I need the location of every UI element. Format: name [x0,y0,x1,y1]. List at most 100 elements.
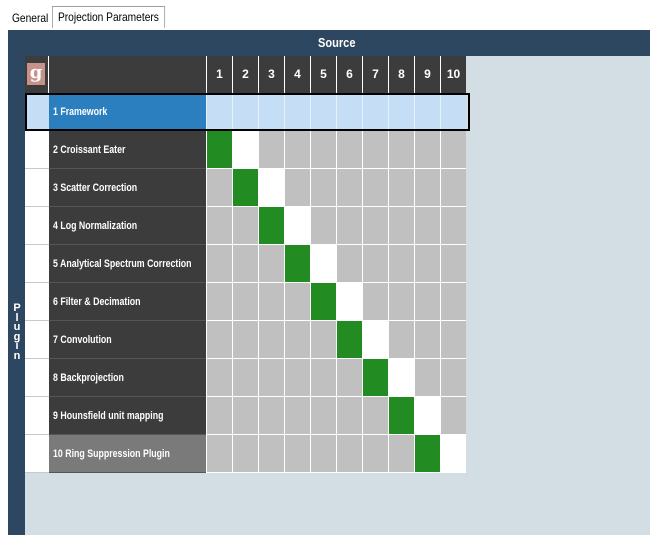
matrix-row[interactable]: 7 Convolution [25,321,470,359]
matrix-cell[interactable] [440,131,466,169]
matrix-cell[interactable] [362,93,388,131]
matrix-cell[interactable] [388,397,414,435]
matrix-row[interactable]: 1 Framework [25,93,470,131]
row-selector[interactable] [25,93,49,131]
matrix-cell[interactable] [284,397,310,435]
matrix-cell[interactable] [284,321,310,359]
matrix-cell[interactable] [440,207,466,245]
matrix-cell[interactable] [336,207,362,245]
matrix-cell[interactable] [414,93,440,131]
matrix-cell[interactable] [388,435,414,473]
matrix-cell[interactable] [388,283,414,321]
matrix-cell[interactable] [310,321,336,359]
matrix-cell[interactable] [388,93,414,131]
matrix-cell[interactable] [258,207,284,245]
matrix-cell[interactable] [258,93,284,131]
matrix-cell[interactable] [206,435,232,473]
matrix-cell[interactable] [440,169,466,207]
row-selector[interactable] [25,359,49,397]
matrix-cell[interactable] [362,169,388,207]
matrix-cell[interactable] [388,321,414,359]
matrix-cell[interactable] [336,131,362,169]
matrix-cell[interactable] [362,131,388,169]
matrix-cell[interactable] [258,359,284,397]
matrix-cell[interactable] [258,245,284,283]
matrix-cell[interactable] [336,169,362,207]
matrix-row[interactable]: 8 Backprojection [25,359,470,397]
matrix-cell[interactable] [284,207,310,245]
matrix-cell[interactable] [206,283,232,321]
matrix-cell[interactable] [310,207,336,245]
plugin-name-cell[interactable]: 8 Backprojection [49,359,206,397]
matrix-cell[interactable] [414,359,440,397]
matrix-cell[interactable] [336,397,362,435]
matrix-cell[interactable] [362,245,388,283]
matrix-cell[interactable] [310,169,336,207]
matrix-cell[interactable] [388,131,414,169]
matrix-cell[interactable] [362,207,388,245]
row-selector[interactable] [25,321,49,359]
matrix-cell[interactable] [258,397,284,435]
matrix-cell[interactable] [414,169,440,207]
matrix-cell[interactable] [232,169,258,207]
matrix-cell[interactable] [310,131,336,169]
matrix-cell[interactable] [232,245,258,283]
matrix-cell[interactable] [362,397,388,435]
matrix-cell[interactable] [414,397,440,435]
matrix-cell[interactable] [206,321,232,359]
matrix-cell[interactable] [284,435,310,473]
matrix-cell[interactable] [310,283,336,321]
matrix-cell[interactable] [336,93,362,131]
matrix-cell[interactable] [206,169,232,207]
row-selector[interactable] [25,207,49,245]
matrix-cell[interactable] [440,93,466,131]
matrix-cell[interactable] [284,245,310,283]
matrix-cell[interactable] [440,321,466,359]
matrix-cell[interactable] [414,321,440,359]
matrix-cell[interactable] [388,169,414,207]
matrix-cell[interactable] [336,245,362,283]
plugin-name-cell[interactable]: 9 Hounsfield unit mapping [49,397,206,435]
plugin-name-cell[interactable]: 5 Analytical Spectrum Correction [49,245,206,283]
matrix-cell[interactable] [414,207,440,245]
matrix-cell[interactable] [440,283,466,321]
matrix-row[interactable]: 6 Filter & Decimation [25,283,470,321]
matrix-cell[interactable] [232,321,258,359]
matrix-cell[interactable] [258,131,284,169]
matrix-cell[interactable] [414,435,440,473]
plugin-name-cell[interactable]: 1 Framework [49,93,206,131]
plugin-name-cell[interactable]: 4 Log Normalization [49,207,206,245]
row-selector[interactable] [25,131,49,169]
matrix-cell[interactable] [440,245,466,283]
row-selector[interactable] [25,283,49,321]
matrix-cell[interactable] [284,169,310,207]
matrix-cell[interactable] [388,245,414,283]
matrix-cell[interactable] [284,131,310,169]
matrix-cell[interactable] [258,169,284,207]
matrix-row[interactable]: 3 Scatter Correction [25,169,470,207]
matrix-cell[interactable] [206,359,232,397]
matrix-cell[interactable] [232,359,258,397]
matrix-cell[interactable] [388,207,414,245]
tab-projection-parameters[interactable]: Projection Parameters [52,6,165,28]
matrix-cell[interactable] [258,321,284,359]
matrix-cell[interactable] [414,131,440,169]
row-selector[interactable] [25,169,49,207]
matrix-row[interactable]: 5 Analytical Spectrum Correction [25,245,470,283]
matrix-cell[interactable] [362,435,388,473]
matrix-cell[interactable] [362,359,388,397]
matrix-cell[interactable] [310,397,336,435]
matrix-cell[interactable] [206,131,232,169]
matrix-cell[interactable] [440,359,466,397]
matrix-cell[interactable] [232,131,258,169]
matrix-cell[interactable] [232,93,258,131]
plugin-name-cell[interactable]: 3 Scatter Correction [49,169,206,207]
plugin-name-cell[interactable]: 7 Convolution [49,321,206,359]
row-selector[interactable] [25,435,49,473]
matrix-cell[interactable] [388,359,414,397]
matrix-row[interactable]: 2 Croissant Eater [25,131,470,169]
matrix-cell[interactable] [284,359,310,397]
matrix-cell[interactable] [284,283,310,321]
plugin-name-cell[interactable]: 10 Ring Suppression Plugin [49,435,206,473]
matrix-cell[interactable] [336,321,362,359]
